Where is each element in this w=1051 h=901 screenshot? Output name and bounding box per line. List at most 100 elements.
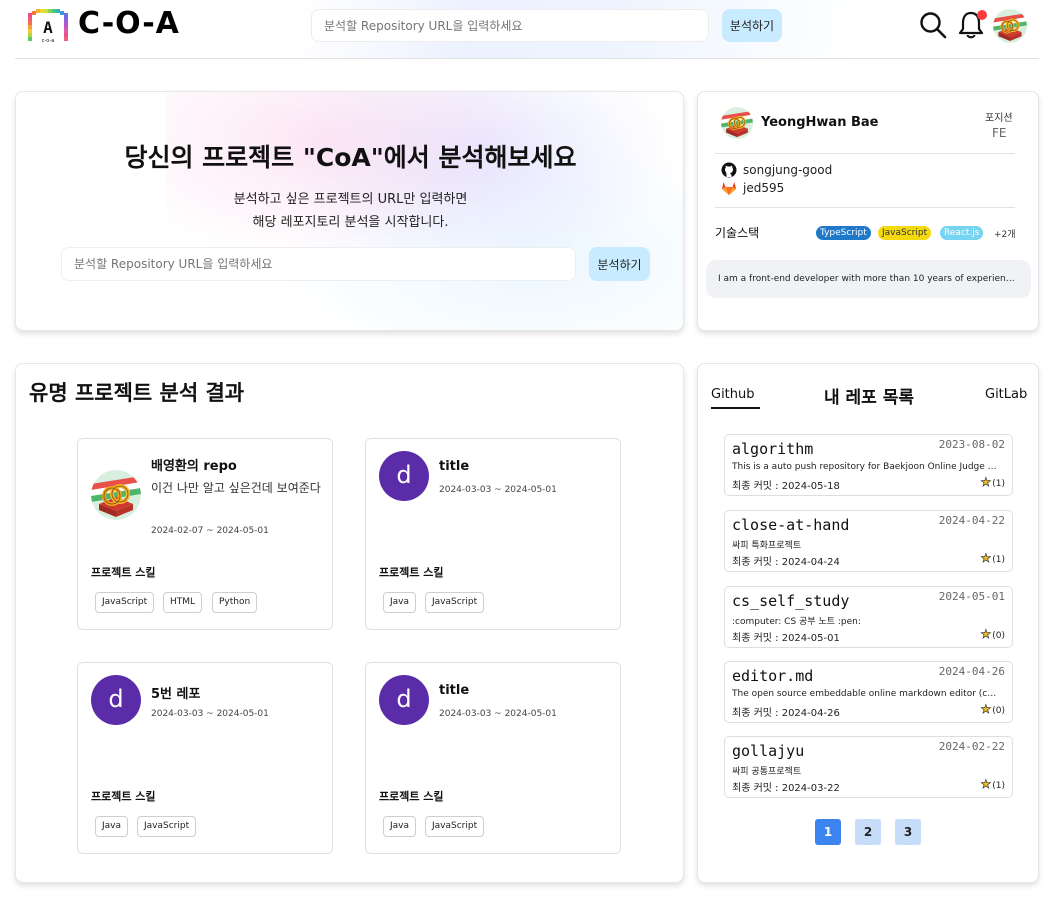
project-date: 2024-03-03 ~ 2024-05-01 xyxy=(439,709,557,719)
position-label: 포지션 xyxy=(985,113,1013,124)
repo-url-input[interactable] xyxy=(61,247,576,281)
project-avatar: d xyxy=(379,675,429,725)
repo-last-commit: 최종 커밋 : 2024-04-26 xyxy=(732,708,840,719)
repo-item[interactable]: close-at-hand 2024-04-22 싸피 특화프로젝트 최종 커밋… xyxy=(724,510,1013,572)
profile-avatar xyxy=(721,107,753,139)
github-icon xyxy=(721,162,737,178)
project-title: 배영환의 repo xyxy=(151,459,237,474)
project-skill-label: 프로젝트 스킬 xyxy=(91,566,156,579)
analyze-hero-card: 당신의 프로젝트 "CoA"에서 분석해보세요 분석하고 싶은 프로젝트의 UR… xyxy=(15,91,684,331)
page-button-3[interactable]: 3 xyxy=(895,819,921,845)
repo-date: 2024-05-01 xyxy=(938,590,1005,603)
repo-date: 2024-02-22 xyxy=(938,740,1005,753)
position-value: FE xyxy=(992,126,1007,140)
user-avatar[interactable] xyxy=(993,9,1027,43)
header-divider xyxy=(15,58,1039,59)
famous-projects-card: 유명 프로젝트 분석 결과 배영환의 repo 이건 나만 알고 싶은건데 보여… xyxy=(15,363,684,883)
project-date: 2024-02-07 ~ 2024-05-01 xyxy=(151,526,269,536)
page-button-1[interactable]: 1 xyxy=(815,819,841,845)
repo-name: algorithm xyxy=(732,440,814,458)
project-skill-label: 프로젝트 스킬 xyxy=(379,566,444,579)
repo-star-count: (1) xyxy=(992,555,1005,565)
project-title: title xyxy=(439,683,470,698)
project-avatar xyxy=(91,470,141,520)
stack-badge-typescript: TypeScript xyxy=(816,226,871,240)
repo-star-count: (1) xyxy=(992,479,1005,489)
project-skill-label: 프로젝트 스킬 xyxy=(91,790,156,803)
project-card[interactable]: d 5번 레포 2024-03-03 ~ 2024-05-01 프로젝트 스킬 … xyxy=(77,662,333,854)
repo-stars: ★(1) xyxy=(980,551,1005,566)
repo-stars: ★(0) xyxy=(980,702,1005,717)
repo-desc: 싸피 공통프로젝트 xyxy=(732,767,802,777)
repo-date: 2024-04-26 xyxy=(938,665,1005,678)
skill-chip: HTML xyxy=(163,592,203,613)
project-card[interactable]: 배영환의 repo 이건 나만 알고 싶은건데 보여준다 2024-02-07 … xyxy=(77,438,333,630)
profile-divider xyxy=(715,153,1015,154)
profile-card: YeongHwan Bae 포지션 FE songjung-good jed59… xyxy=(697,91,1039,331)
stack-label: 기술스택 xyxy=(715,226,760,240)
repo-desc: The open source embeddable online markdo… xyxy=(732,689,1000,699)
repo-name: editor.md xyxy=(732,667,814,685)
stack-more[interactable]: +2개 xyxy=(994,227,1016,240)
project-avatar: d xyxy=(91,675,141,725)
page-button-2[interactable]: 2 xyxy=(855,819,881,845)
skill-chip: Python xyxy=(212,592,258,613)
repo-stars: ★(1) xyxy=(980,475,1005,490)
repo-stars: ★(0) xyxy=(980,627,1005,642)
repo-stars: ★(1) xyxy=(980,777,1005,792)
header-analyze-button[interactable]: 분석하기 xyxy=(722,9,782,42)
profile-divider xyxy=(715,207,1015,208)
repo-item[interactable]: gollajyu 2024-02-22 싸피 공통프로젝트 최종 커밋 : 20… xyxy=(724,736,1013,798)
svg-text:A: A xyxy=(43,18,53,37)
repo-name: close-at-hand xyxy=(732,516,850,534)
my-repos-card: Github 내 레포 목록 GitLab algorithm 2023-08-… xyxy=(697,363,1039,883)
analyze-button[interactable]: 분석하기 xyxy=(589,247,650,281)
gitlab-account[interactable]: jed595 xyxy=(743,181,784,195)
skill-chip: JavaScript xyxy=(137,816,197,837)
star-icon: ★ xyxy=(980,702,992,717)
github-account[interactable]: songjung-good xyxy=(743,163,832,177)
repo-date: 2023-08-02 xyxy=(938,438,1005,451)
project-date: 2024-03-03 ~ 2024-05-01 xyxy=(151,709,269,719)
repo-name: gollajyu xyxy=(732,742,805,760)
repo-date: 2024-04-22 xyxy=(938,514,1005,527)
repo-star-count: (0) xyxy=(992,631,1005,641)
repo-item[interactable]: editor.md 2024-04-26 The open source emb… xyxy=(724,661,1013,723)
star-icon: ★ xyxy=(980,627,992,642)
project-card[interactable]: d title 2024-03-03 ~ 2024-05-01 프로젝트 스킬 … xyxy=(365,438,621,630)
repo-desc: :computer: CS 공부 노트 :pen: xyxy=(732,617,861,627)
svg-text:c-o-a: c-o-a xyxy=(42,38,55,44)
header-search-input[interactable] xyxy=(311,9,709,42)
logo-text[interactable]: C-O-A xyxy=(78,6,180,41)
project-avatar: d xyxy=(379,451,429,501)
skill-chip: Java xyxy=(383,816,417,837)
hero-subtitle-2: 해당 레포지토리 분석을 시작합니다. xyxy=(252,215,449,230)
coa-logo-icon[interactable]: A c-o-a xyxy=(26,7,70,47)
repo-last-commit: 최종 커밋 : 2024-03-22 xyxy=(732,783,840,794)
project-date: 2024-03-03 ~ 2024-05-01 xyxy=(439,485,557,495)
star-icon: ★ xyxy=(980,777,992,792)
project-title: 5번 레포 xyxy=(151,687,201,702)
star-icon: ★ xyxy=(980,551,992,566)
skill-chip: JavaScript xyxy=(425,816,485,837)
project-skill-label: 프로젝트 스킬 xyxy=(379,790,444,803)
hero-subtitle-1: 분석하고 싶은 프로젝트의 URL만 입력하면 xyxy=(233,192,468,207)
skill-chip: JavaScript xyxy=(95,592,155,613)
profile-bio: I am a front-end developer with more tha… xyxy=(706,260,1031,298)
repo-last-commit: 최종 커밋 : 2024-05-18 xyxy=(732,481,840,492)
famous-title: 유명 프로젝트 분석 결과 xyxy=(29,381,245,405)
repo-item[interactable]: algorithm 2023-08-02 This is a auto push… xyxy=(724,434,1013,496)
project-desc: 이건 나만 알고 싶은건데 보여준다 xyxy=(151,481,321,495)
top-header: A c-o-a C-O-A 분석하기 xyxy=(0,0,1051,58)
repo-desc: This is a auto push repository for Baekj… xyxy=(732,462,1000,472)
skill-chip: Java xyxy=(95,816,129,837)
profile-name: YeongHwan Bae xyxy=(761,115,879,130)
gitlab-icon xyxy=(722,182,736,195)
notification-dot xyxy=(977,10,987,20)
repo-name: cs_self_study xyxy=(732,592,850,610)
repo-last-commit: 최종 커밋 : 2024-04-24 xyxy=(732,557,840,568)
repo-item[interactable]: cs_self_study 2024-05-01 :computer: CS 공… xyxy=(724,586,1013,648)
search-icon[interactable] xyxy=(918,10,948,40)
tab-gitlab[interactable]: GitLab xyxy=(985,387,1027,402)
project-card[interactable]: d title 2024-03-03 ~ 2024-05-01 프로젝트 스킬 … xyxy=(365,662,621,854)
